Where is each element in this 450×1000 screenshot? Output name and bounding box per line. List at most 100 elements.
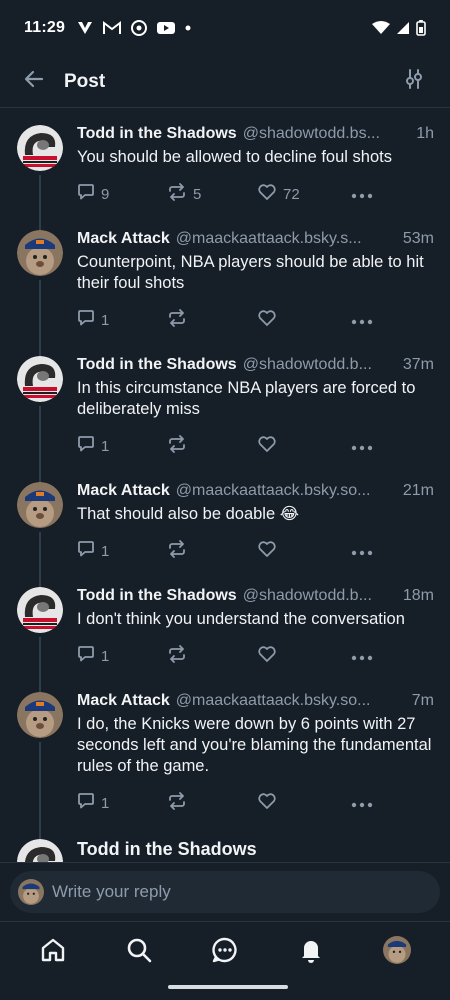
like-count: 72: [283, 185, 300, 203]
thread-post[interactable]: Todd in the Shadows @shadowtodd.b... 18m I …: [0, 571, 450, 692]
more-options-button[interactable]: [351, 186, 373, 203]
avatar[interactable]: [17, 125, 63, 171]
post-content: Todd in the Shadows @shadowtodd.b... 18m I …: [77, 587, 434, 676]
chat-icon: [211, 936, 239, 969]
post-actions: 1: [77, 783, 434, 823]
avatar[interactable]: [17, 839, 63, 862]
thread-post[interactable]: Todd in the Shadows @shadowtodd.bs... 1h Yo…: [0, 109, 450, 230]
bell-icon: [297, 936, 325, 969]
reply-icon: [77, 645, 95, 667]
nav-profile[interactable]: [372, 927, 422, 977]
avatar-column: [16, 356, 64, 482]
like-button[interactable]: [257, 309, 351, 331]
nav-chat[interactable]: [200, 927, 250, 977]
gmail-icon: [103, 21, 122, 35]
heart-icon: [257, 183, 277, 205]
reply-icon: [77, 435, 95, 457]
post-time[interactable]: 21m: [403, 482, 434, 500]
avatar[interactable]: [17, 692, 63, 738]
repost-button[interactable]: [167, 309, 257, 331]
avatar[interactable]: [17, 230, 63, 276]
post-time[interactable]: 7m: [412, 692, 434, 710]
like-button[interactable]: [257, 435, 351, 457]
v-icon: [77, 21, 93, 35]
like-button[interactable]: [257, 645, 351, 667]
repost-button[interactable]: [167, 540, 257, 562]
reply-button[interactable]: 1: [77, 645, 167, 667]
back-button[interactable]: [14, 62, 54, 102]
nav-search[interactable]: [114, 927, 164, 977]
home-icon: [39, 936, 67, 969]
thread-post[interactable]: Todd in the Shadows @shadowtodd.b... 37m In…: [0, 340, 450, 482]
author-handle[interactable]: @shadowtodd.b...: [243, 587, 397, 605]
post-time[interactable]: 1h: [416, 125, 434, 143]
sliders-icon: [403, 68, 425, 95]
author-name[interactable]: Mack Attack: [77, 692, 170, 710]
post-actions: 9 5 72: [77, 174, 434, 214]
focused-post[interactable]: Todd in the Shadows@shadowtodd.bsky.soci…: [0, 823, 450, 862]
repost-icon: [167, 309, 187, 331]
post-header: Post: [0, 56, 450, 108]
author-handle[interactable]: @shadowtodd.b...: [243, 356, 397, 374]
thread-post[interactable]: Mack Attack @maackaattaack.bsky.so... 7m I …: [0, 676, 450, 839]
more-icon: [351, 648, 373, 665]
author-handle[interactable]: @shadowtodd.bs...: [243, 125, 411, 143]
reply-placeholder: Write your reply: [52, 882, 171, 901]
author-name[interactable]: Mack Attack: [77, 482, 170, 500]
reply-icon: [77, 792, 95, 814]
reply-count: 1: [101, 311, 110, 329]
more-options-button[interactable]: [351, 648, 373, 665]
author-name[interactable]: Todd in the Shadows: [77, 839, 434, 860]
author-name[interactable]: Mack Attack: [77, 230, 170, 248]
nav-home[interactable]: [28, 927, 78, 977]
post-time[interactable]: 37m: [403, 356, 434, 374]
repost-count: 5: [193, 185, 202, 203]
thread-post[interactable]: Mack Attack @maackaattaack.bsky.so... 21m T…: [0, 466, 450, 587]
reply-button[interactable]: 1: [77, 792, 167, 814]
more-options-button[interactable]: [351, 312, 373, 329]
author-name[interactable]: Todd in the Shadows: [77, 125, 237, 143]
reply-input[interactable]: Write your reply: [10, 871, 440, 913]
author-handle[interactable]: @maackaattaack.bsky.so...: [176, 482, 397, 500]
more-icon: [351, 312, 373, 329]
heart-icon: [257, 540, 277, 562]
reply-button[interactable]: 9: [77, 183, 167, 205]
repost-button[interactable]: 5: [167, 183, 257, 205]
reply-count: 9: [101, 185, 110, 203]
like-button[interactable]: [257, 540, 351, 562]
thread-options-button[interactable]: [396, 64, 432, 100]
avatar[interactable]: [17, 482, 63, 528]
post-time[interactable]: 18m: [403, 587, 434, 605]
more-options-button[interactable]: [351, 438, 373, 455]
post-meta: Todd in the Shadows @shadowtodd.b... 37m: [77, 356, 434, 374]
thread: Todd in the Shadows @shadowtodd.bs... 1h Yo…: [0, 109, 450, 862]
author-name[interactable]: Todd in the Shadows: [77, 356, 237, 374]
wifi-icon: [372, 21, 390, 35]
nav-notifications[interactable]: [286, 927, 336, 977]
post-actions: 1: [77, 636, 434, 676]
repost-icon: [167, 540, 187, 562]
repost-button[interactable]: [167, 792, 257, 814]
author-handle[interactable]: @maackaattaack.bsky.so...: [176, 692, 406, 710]
author-name[interactable]: Todd in the Shadows: [77, 587, 237, 605]
reply-icon: [77, 540, 95, 562]
more-options-button[interactable]: [351, 795, 373, 812]
reply-button[interactable]: 1: [77, 309, 167, 331]
gesture-bar[interactable]: [168, 985, 288, 989]
reply-button[interactable]: 1: [77, 540, 167, 562]
heart-icon: [257, 792, 277, 814]
thread-post[interactable]: Mack Attack @maackaattaack.bsky.s... 53m Co…: [0, 214, 450, 356]
author-handle[interactable]: @maackaattaack.bsky.s...: [176, 230, 397, 248]
like-button[interactable]: 72: [257, 183, 351, 205]
reply-button[interactable]: 1: [77, 435, 167, 457]
repost-button[interactable]: [167, 435, 257, 457]
avatar[interactable]: [17, 587, 63, 633]
reply-count: 1: [101, 794, 110, 812]
status-bar: 11:29: [0, 0, 450, 56]
like-button[interactable]: [257, 792, 351, 814]
repost-button[interactable]: [167, 645, 257, 667]
post-time[interactable]: 53m: [403, 230, 434, 248]
avatar[interactable]: [17, 356, 63, 402]
more-options-button[interactable]: [351, 543, 373, 560]
profile-avatar: [383, 935, 411, 969]
